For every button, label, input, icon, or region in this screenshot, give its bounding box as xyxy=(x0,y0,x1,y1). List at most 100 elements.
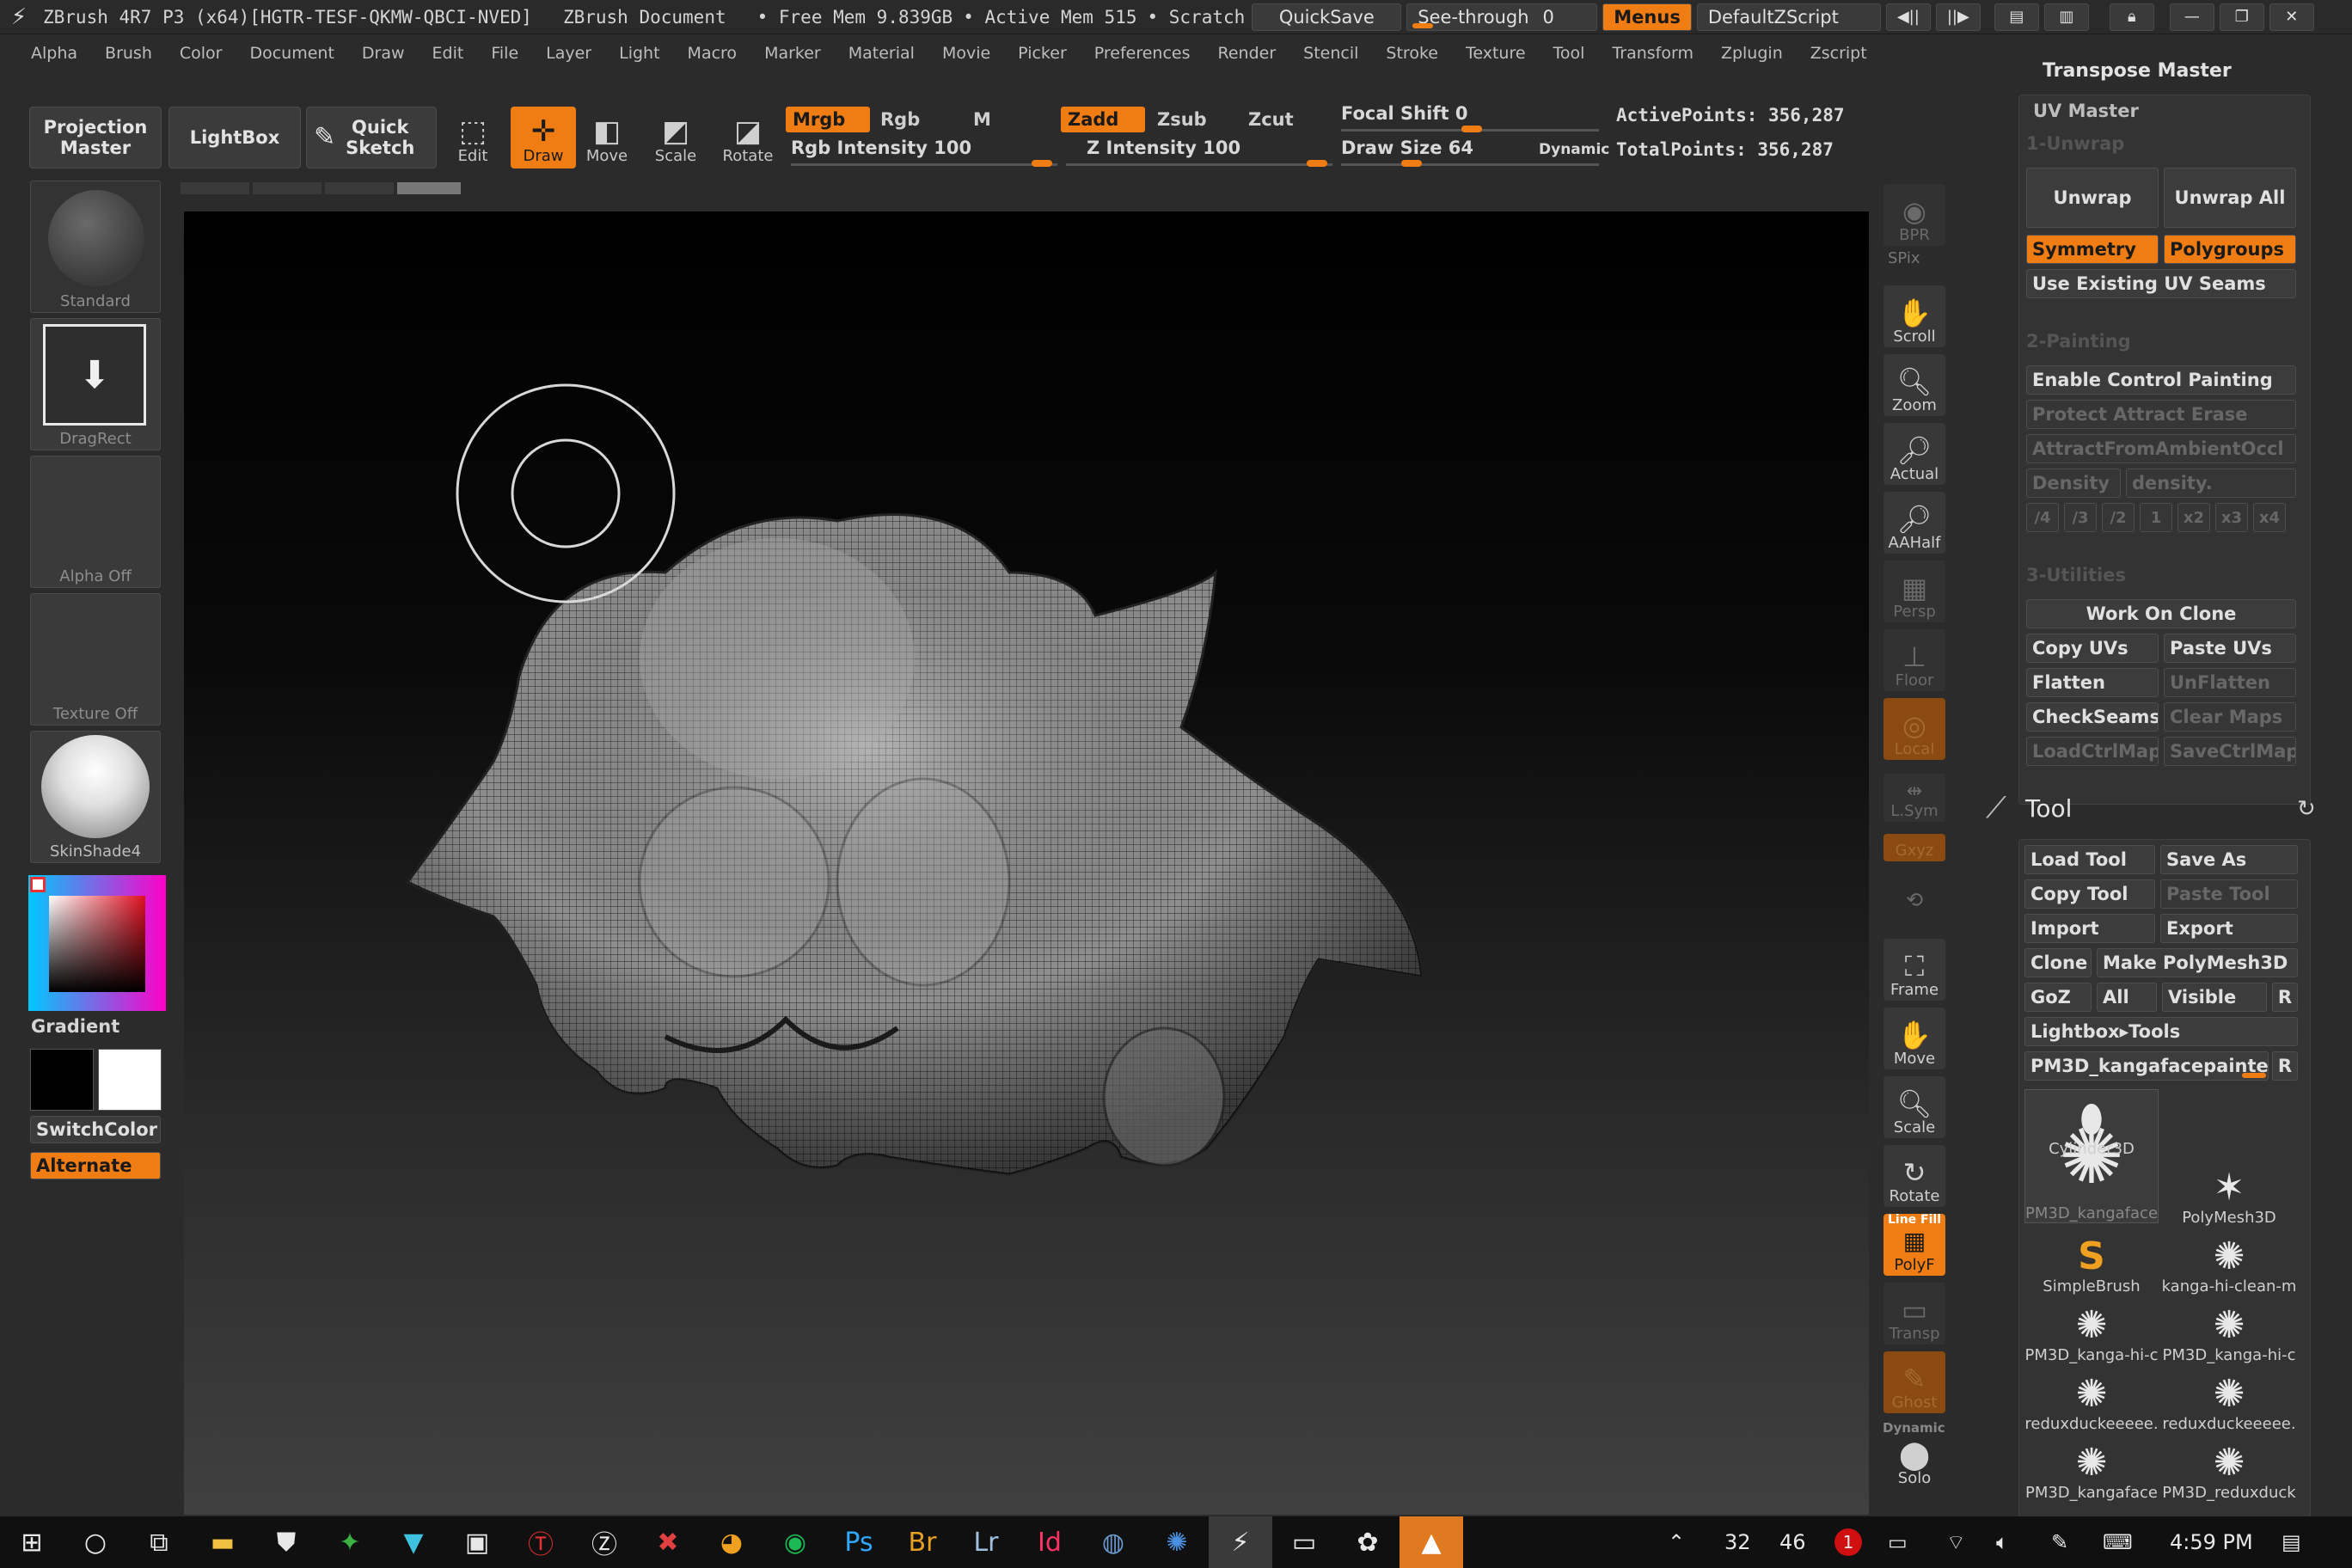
menu-preferences[interactable]: Preferences xyxy=(1094,44,1191,63)
savectrlmap-button[interactable]: SaveCtrlMap xyxy=(2164,737,2296,766)
material-thumbnail[interactable]: SkinShade4 xyxy=(30,731,161,863)
layout-1-icon[interactable]: ▤ xyxy=(1994,3,2039,31)
save-as-button[interactable]: Save As xyxy=(2160,845,2298,874)
see-through-slider[interactable]: See-through 0 xyxy=(1406,3,1598,31)
zoom-button[interactable]: 🔍︎ Zoom xyxy=(1883,354,1945,416)
tool-thumbnail[interactable]: S SimpleBrush xyxy=(2024,1227,2159,1296)
menu-tool[interactable]: Tool xyxy=(1553,44,1585,63)
focal-shift-knob[interactable] xyxy=(1461,126,1482,132)
rgb-intensity-track[interactable] xyxy=(791,163,1057,166)
clear-maps-button[interactable]: Clear Maps xyxy=(2164,702,2296,732)
chrome-icon[interactable]: ◕ xyxy=(700,1516,763,1568)
draw-size-track[interactable] xyxy=(1341,163,1599,166)
quick-sketch-button[interactable]: ✎ Quick Sketch xyxy=(306,107,437,168)
flatten-button[interactable]: Flatten xyxy=(2026,668,2159,697)
menu-zplugin[interactable]: Zplugin xyxy=(1721,44,1783,63)
action-center-icon[interactable]: ▤ xyxy=(2282,1516,2301,1568)
current-tool-slider[interactable]: PM3D_kangafacepainte xyxy=(2024,1051,2269,1081)
app-paint-icon[interactable]: ✿ xyxy=(1336,1516,1400,1568)
menu-marker[interactable]: Marker xyxy=(764,44,821,63)
move-button[interactable]: ◧ Move xyxy=(574,107,640,168)
draw-button[interactable]: ✛ Draw xyxy=(511,107,576,168)
xyz-button[interactable]: Gxyz xyxy=(1883,834,1945,861)
tool-thumbnail[interactable]: ✺ PM3D_kanga-hi-c xyxy=(2024,1295,2159,1365)
spix-label[interactable]: SPix xyxy=(1888,249,1920,267)
checkseams-button[interactable]: CheckSeams xyxy=(2026,702,2159,732)
transpose-master-title[interactable]: Transpose Master xyxy=(2043,60,2232,82)
layout-2-icon[interactable]: ▥ xyxy=(2043,3,2089,31)
zcut-toggle[interactable]: Zcut xyxy=(1241,107,1326,132)
unwrap-all-button[interactable]: Unwrap All xyxy=(2164,168,2296,228)
dock-scale-button[interactable]: 🔍︎ Scale xyxy=(1883,1076,1945,1138)
zsub-toggle[interactable]: Zsub xyxy=(1150,107,1234,132)
tool-panel-refresh-icon[interactable]: ↻ xyxy=(2297,796,2316,822)
goz-r-button[interactable]: R xyxy=(2272,983,2298,1012)
keyboard-icon[interactable]: ⌨ xyxy=(2103,1516,2133,1568)
paste-uvs-button[interactable]: Paste UVs xyxy=(2164,634,2296,663)
tool-thumbnail[interactable]: ✺ kanga-hi-clean-m xyxy=(2162,1227,2296,1296)
minimize-icon[interactable]: — xyxy=(2169,3,2214,31)
menu-movie[interactable]: Movie xyxy=(942,44,990,63)
scroll-button[interactable]: ✋ Scroll xyxy=(1883,285,1945,347)
stroke-thumbnail[interactable]: ⬇ DragRect xyxy=(30,318,161,450)
pen-icon[interactable]: ✎ xyxy=(2051,1516,2068,1568)
m-toggle[interactable]: M xyxy=(966,107,1018,132)
density-option[interactable]: /2 xyxy=(2102,503,2135,532)
mrgb-toggle[interactable]: Mrgb xyxy=(786,107,870,132)
default-zscript-button[interactable]: DefaultZScript xyxy=(1696,3,1881,31)
zadd-toggle[interactable]: Zadd xyxy=(1061,107,1145,132)
import-button[interactable]: Import xyxy=(2024,914,2155,943)
app-red-x-icon[interactable]: ✖ xyxy=(636,1516,700,1568)
tray-badge-icon[interactable]: 1 xyxy=(1834,1516,1862,1568)
store-icon[interactable]: ⛊ xyxy=(254,1516,318,1568)
tool-thumbnail[interactable]: ✺ PM3D_kanga-hi-c xyxy=(2162,1295,2296,1365)
battery-icon[interactable]: ▭ xyxy=(1888,1516,1908,1568)
task-view-icon[interactable]: ⧉ xyxy=(127,1516,191,1568)
scroll-left-icon[interactable]: ◀︎|| xyxy=(1885,3,1931,31)
persp-button[interactable]: ▦ Persp xyxy=(1883,560,1945,622)
floor-button[interactable]: ⊥ Floor xyxy=(1883,629,1945,691)
dynamic-toggle[interactable]: Dynamic xyxy=(1539,141,1609,158)
lightroom-icon[interactable]: Lr xyxy=(954,1516,1018,1568)
menu-picker[interactable]: Picker xyxy=(1018,44,1067,63)
goz-all-button[interactable]: All xyxy=(2097,983,2157,1012)
protect-attract-erase-buttons[interactable]: Protect Attract Erase xyxy=(2026,400,2296,429)
scale-button[interactable]: ◩ Scale xyxy=(643,107,708,168)
app-blue-2-icon[interactable]: ✺ xyxy=(1145,1516,1209,1568)
rgb-toggle[interactable]: Rgb xyxy=(873,107,958,132)
volume-icon[interactable]: 🔈︎ xyxy=(1996,1516,2008,1568)
lightbox-button[interactable]: LightBox xyxy=(168,107,301,168)
indesign-icon[interactable]: Id xyxy=(1018,1516,1081,1568)
lock-icon[interactable]: 🔒︎ xyxy=(2109,3,2154,31)
tool-thumbnail[interactable]: ✶ PolyMesh3D xyxy=(2162,1158,2296,1228)
uv-master-title[interactable]: UV Master xyxy=(2033,101,2139,121)
menu-draw[interactable]: Draw xyxy=(362,44,405,63)
solo-button[interactable]: ⬤ Solo xyxy=(1883,1436,1945,1489)
vpn-icon[interactable]: ▼ xyxy=(382,1516,445,1568)
photoshop-icon[interactable]: Ps xyxy=(827,1516,891,1568)
export-button[interactable]: Export xyxy=(2160,914,2298,943)
menu-stencil[interactable]: Stencil xyxy=(1303,44,1358,63)
density-toggle[interactable]: Density x xyxy=(2026,469,2121,498)
menu-brush[interactable]: Brush xyxy=(105,44,152,63)
menu-layer[interactable]: Layer xyxy=(546,44,591,63)
density-slider[interactable]: density. xyxy=(2126,469,2296,498)
see-through-knob[interactable] xyxy=(1412,22,1434,28)
tool-thumbnail[interactable]: ✺ PM3D_kangaface xyxy=(2024,1433,2159,1503)
rotate-axis-buttons[interactable]: ⟲ xyxy=(1883,868,1945,916)
tool-thumbnail[interactable]: ✺ PM3D_reduxduck xyxy=(2162,1433,2296,1503)
polygroups-toggle[interactable]: Polygroups xyxy=(2164,235,2296,264)
close-icon[interactable]: ✕ xyxy=(2269,3,2314,31)
app-green-icon[interactable]: ✦ xyxy=(318,1516,382,1568)
app-live-icon[interactable]: ▣ xyxy=(445,1516,509,1568)
file-explorer-icon[interactable]: ▬ xyxy=(191,1516,254,1568)
scroll-right-icon[interactable]: ||▶︎ xyxy=(1935,3,1981,31)
use-existing-seams-toggle[interactable]: Use Existing UV Seams xyxy=(2026,269,2296,298)
quicksave-button[interactable]: QuickSave xyxy=(1252,3,1402,31)
density-option[interactable]: x2 xyxy=(2177,503,2210,532)
menu-color[interactable]: Color xyxy=(180,44,223,63)
edit-button[interactable]: ⬚ Edit xyxy=(440,107,505,168)
tool-thumbnail[interactable]: ✺ reduxduckeeeee. xyxy=(2024,1364,2159,1434)
loadctrlmap-button[interactable]: LoadCtrlMap xyxy=(2026,737,2159,766)
density-option[interactable]: /3 xyxy=(2064,503,2097,532)
